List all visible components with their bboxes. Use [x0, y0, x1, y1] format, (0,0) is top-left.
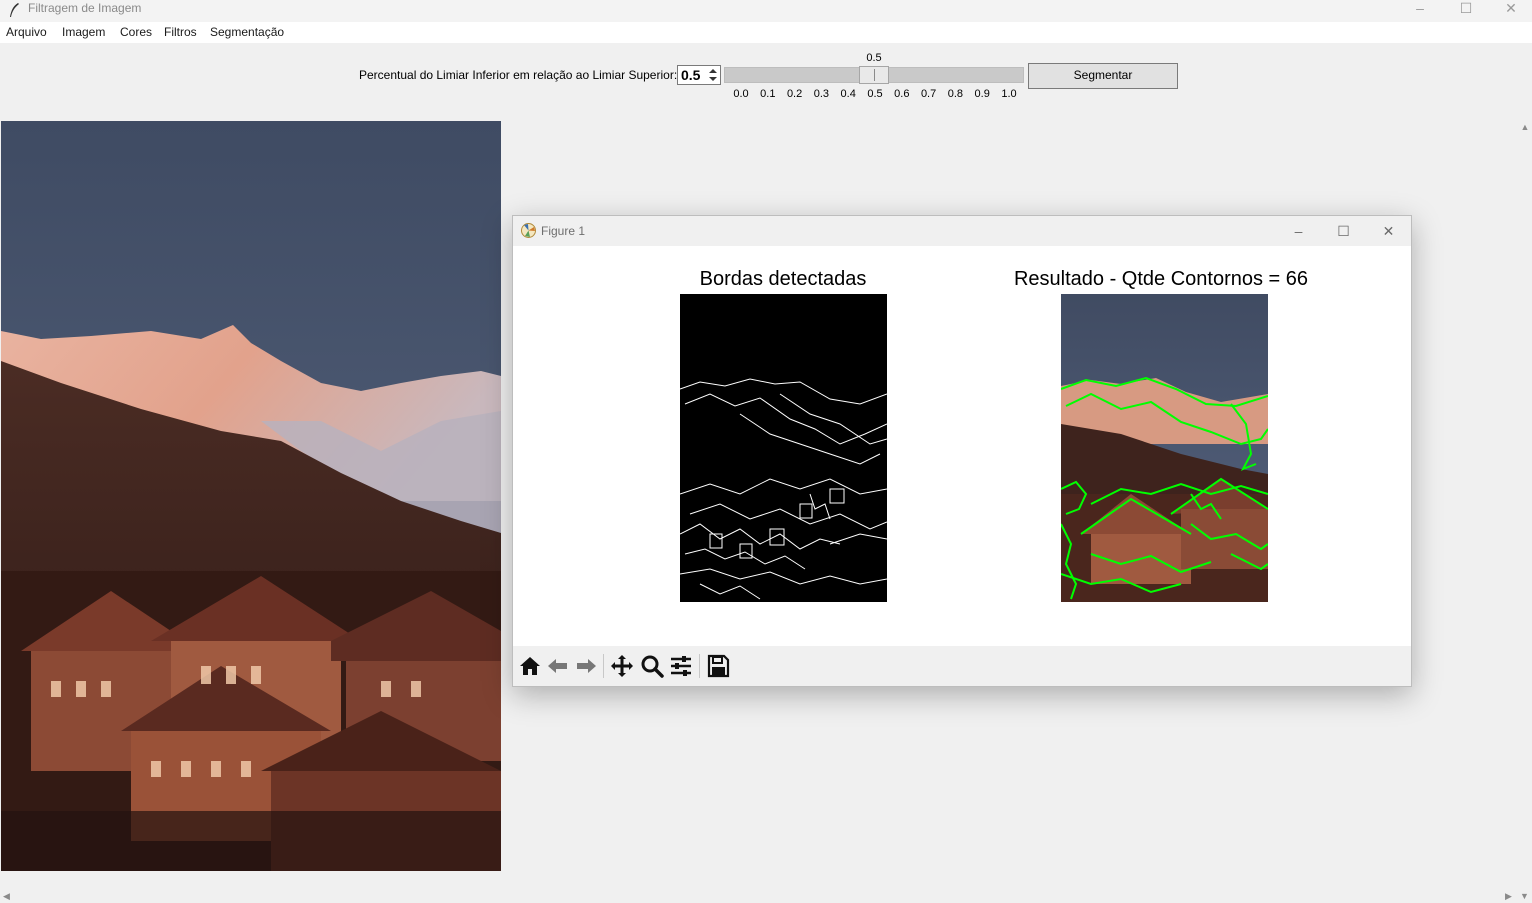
window-title: Filtragem de Imagem — [28, 1, 142, 15]
slider-tick-label: 0.4 — [840, 88, 856, 100]
slider-tick-label: 0.9 — [974, 88, 990, 100]
toolbar-separator — [603, 654, 604, 678]
slider-value-label: 0.5 — [866, 52, 882, 64]
figure-toolbar — [513, 646, 1411, 686]
menu-bar: Arquivo Imagem Cores Filtros Segmentação — [0, 22, 1532, 43]
menu-cores[interactable]: Cores — [120, 25, 152, 39]
save-icon[interactable] — [705, 653, 731, 679]
back-icon[interactable] — [545, 653, 571, 679]
title-bar: Filtragem de Imagem – ☐ ✕ — [0, 0, 1532, 22]
segment-button[interactable]: Segmentar — [1028, 63, 1178, 89]
menu-imagem[interactable]: Imagem — [62, 25, 105, 39]
slider-tick-label: 0.3 — [813, 88, 830, 100]
toolbar-separator — [699, 654, 700, 678]
menu-segmentacao[interactable]: Segmentação — [210, 25, 284, 39]
edges-image — [680, 294, 887, 602]
subplot-title-result: Resultado - Qtde Contornos = 66 — [1013, 268, 1309, 290]
figure-close-button[interactable]: ✕ — [1366, 216, 1411, 246]
slider-tick-label: 0.8 — [947, 88, 964, 100]
scroll-left-icon[interactable]: ◀ — [3, 891, 10, 902]
figure-window: Figure 1 – ☐ ✕ Bordas detectadas Resulta… — [512, 215, 1412, 687]
maximize-button[interactable]: ☐ — [1443, 0, 1489, 22]
close-button[interactable]: ✕ — [1488, 0, 1532, 22]
figure-title: Figure 1 — [541, 224, 586, 238]
threshold-label: Percentual do Limiar Inferior em relação… — [359, 68, 678, 82]
zoom-icon[interactable] — [639, 653, 665, 679]
subplot-title-edges: Bordas detectadas — [699, 268, 867, 290]
slider-tick-label: 0.7 — [920, 88, 937, 100]
figure-maximize-button[interactable]: ☐ — [1321, 216, 1366, 246]
minimize-button[interactable]: – — [1397, 0, 1443, 22]
slider-tick-label: 0.1 — [760, 88, 776, 100]
figure-minimize-button[interactable]: – — [1276, 216, 1321, 246]
matplotlib-icon — [521, 223, 536, 238]
slider-thumb[interactable] — [859, 66, 889, 84]
horizontal-scrollbar[interactable]: ◀ ▶ ▼ — [0, 890, 1532, 903]
scroll-right-icon[interactable]: ▶ — [1505, 891, 1512, 902]
menu-arquivo[interactable]: Arquivo — [6, 25, 47, 39]
pan-icon[interactable] — [609, 653, 635, 679]
source-image — [1, 121, 501, 871]
figure-canvas: Bordas detectadas Resultado - Qtde Conto… — [513, 246, 1411, 646]
slider-tick-label: 0.5 — [867, 88, 883, 100]
figure-title-bar: Figure 1 – ☐ ✕ — [513, 216, 1411, 246]
configure-subplots-icon[interactable] — [668, 653, 694, 679]
slider-tick-label: 0.2 — [786, 88, 803, 100]
vertical-scroll-up-arrow[interactable]: ▲ — [1519, 122, 1531, 134]
scroll-down-icon[interactable]: ▼ — [1520, 891, 1529, 901]
threshold-spinbox[interactable]: 0.5 — [677, 65, 721, 85]
home-icon[interactable] — [517, 653, 543, 679]
feather-icon — [10, 3, 19, 17]
slider-tick-label: 1.0 — [1001, 88, 1017, 100]
slider-tick-label: 0.6 — [894, 88, 910, 100]
spin-arrows-icon[interactable] — [707, 67, 719, 83]
slider-tick-label: 0.0 — [733, 88, 749, 100]
forward-icon[interactable] — [573, 653, 599, 679]
result-image — [1061, 294, 1268, 602]
spinbox-value[interactable]: 0.5 — [681, 67, 700, 83]
menu-filtros[interactable]: Filtros — [164, 25, 197, 39]
